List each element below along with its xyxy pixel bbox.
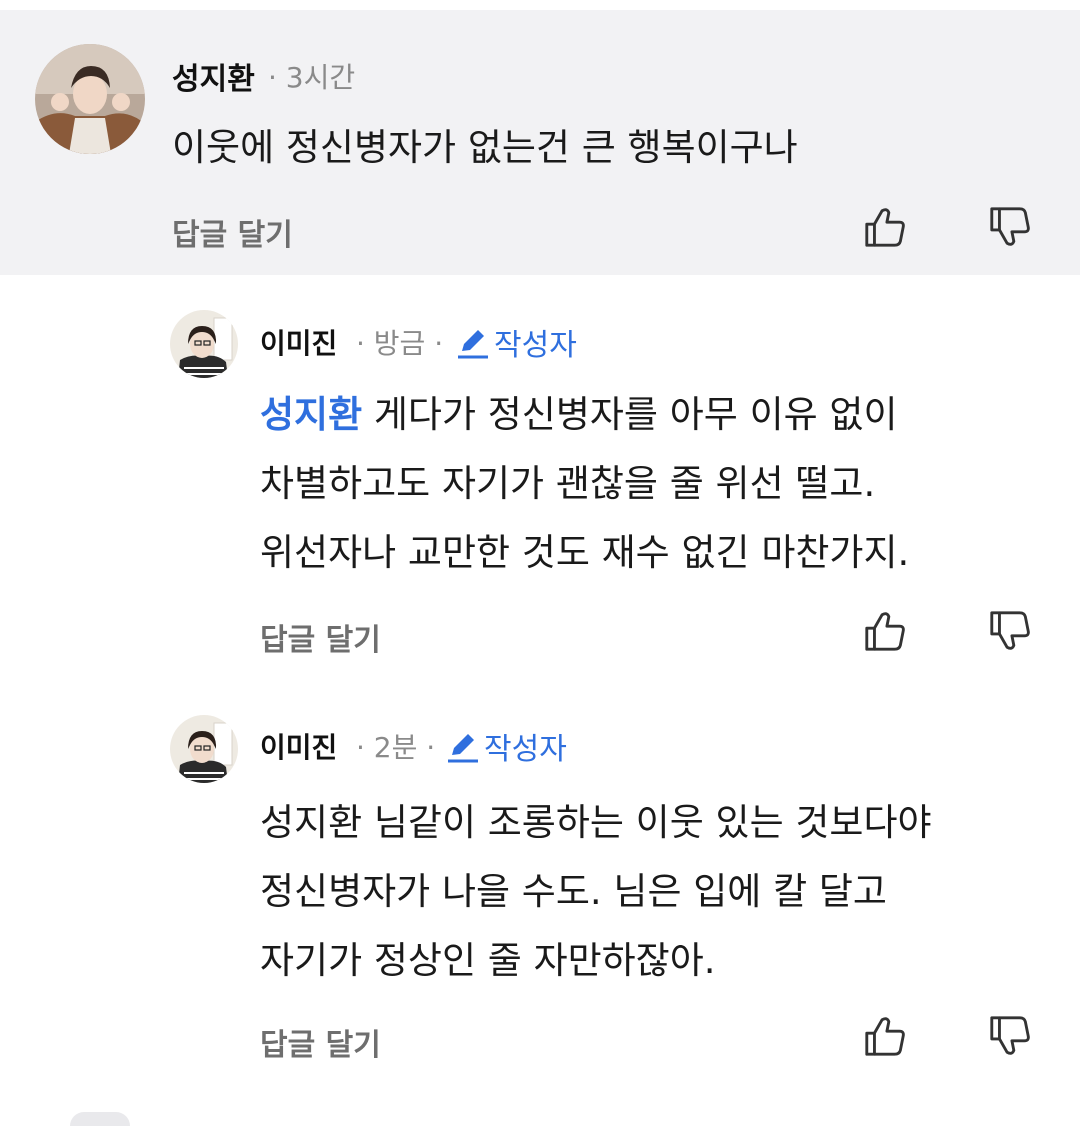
thumbs-up-icon[interactable] — [862, 204, 908, 250]
reply-button[interactable]: 답글 달기 — [260, 1020, 381, 1064]
reply-text: 성지환 님같이 조롱하는 이웃 있는 것보다야 정신병자가 나을 수도. 님은 … — [260, 788, 932, 995]
thumbs-up-icon[interactable] — [862, 608, 908, 654]
comment-timestamp: · 3시간 — [268, 61, 356, 94]
comment-author[interactable]: 성지환 — [172, 54, 255, 98]
top-strip — [0, 0, 1080, 10]
reply-line: 차별하고도 자기가 괜찮을 줄 위선 떨고. — [260, 462, 876, 505]
author-badge-label: 작성자 — [484, 732, 567, 767]
reply-timestamp: · 방금 · — [356, 327, 444, 360]
reply-author[interactable]: 이미진 — [260, 322, 337, 362]
mention-link[interactable]: 성지환 — [260, 393, 362, 436]
pencil-icon — [458, 330, 488, 359]
thumbs-up-icon[interactable] — [862, 1013, 908, 1059]
author-badge: 작성자 — [446, 724, 567, 768]
reply-line: 정신병자가 나을 수도. 님은 입에 칼 달고 — [260, 870, 887, 913]
reply-timestamp: · 2분 · — [356, 731, 436, 764]
reply-button[interactable]: 답글 달기 — [260, 615, 381, 659]
avatar[interactable] — [170, 715, 238, 783]
comment-text: 이웃에 정신병자가 없는건 큰 행복이구나 — [172, 126, 798, 169]
author-badge: 작성자 — [456, 320, 577, 364]
reply-button[interactable]: 답글 달기 — [172, 210, 293, 254]
reply-line: 성지환 님같이 조롱하는 이웃 있는 것보다야 — [260, 801, 932, 844]
reply-line: 자기가 정상인 줄 자만하잖아. — [260, 939, 716, 982]
avatar[interactable] — [35, 44, 145, 154]
reply-author[interactable]: 이미진 — [260, 726, 337, 766]
reply-line: 성지환 게다가 정신병자를 아무 이유 없이 — [260, 380, 909, 449]
next-comment-avatar — [70, 1112, 130, 1126]
reply-line: 위선자나 교만한 것도 재수 없긴 마찬가지. — [260, 531, 910, 574]
thumbs-down-icon[interactable] — [987, 608, 1033, 654]
reply-text: 성지환 게다가 정신병자를 아무 이유 없이 차별하고도 자기가 괜찮을 줄 위… — [260, 380, 909, 587]
reply-line-text: 게다가 정신병자를 아무 이유 없이 — [373, 393, 898, 436]
thumbs-down-icon[interactable] — [987, 204, 1033, 250]
pencil-icon — [448, 734, 478, 763]
avatar[interactable] — [170, 310, 238, 378]
thumbs-down-icon[interactable] — [987, 1013, 1033, 1059]
author-badge-label: 작성자 — [494, 328, 577, 363]
